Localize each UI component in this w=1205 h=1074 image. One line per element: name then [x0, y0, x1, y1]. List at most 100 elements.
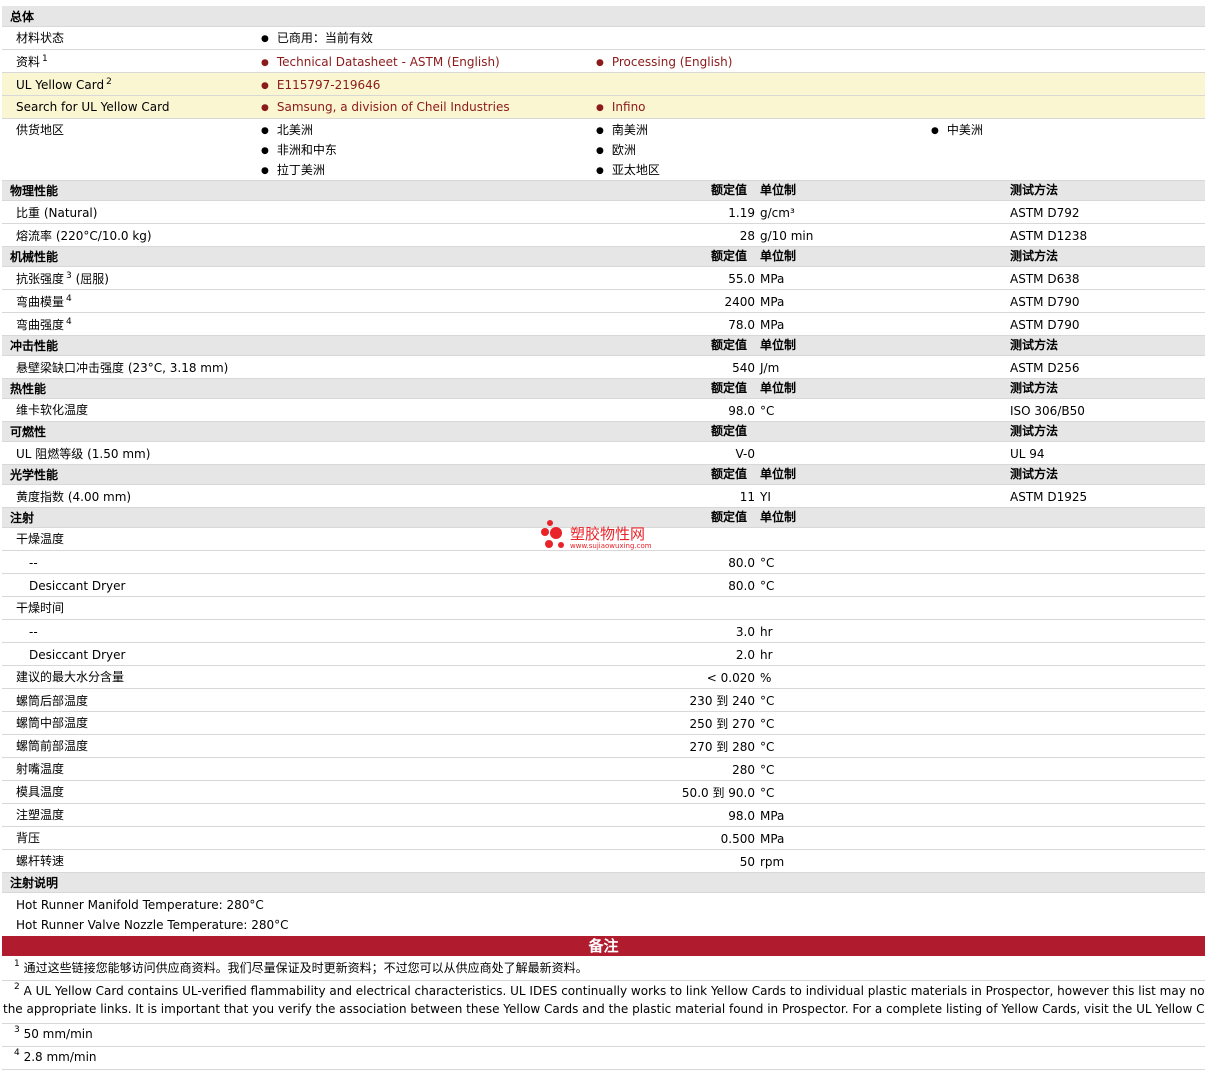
notes-title-bar: 备注: [2, 936, 1205, 956]
table-row: -- 80.0 °C: [2, 551, 1205, 574]
injection-notes-header: 注射说明: [2, 873, 1205, 893]
property-unit: MPa: [760, 272, 785, 286]
unit-header: 单位制: [760, 381, 797, 395]
table-row: Desiccant Dryer 80.0 °C: [2, 574, 1205, 597]
property-value: 3.0: [735, 625, 755, 639]
method-header: 测试方法: [1010, 249, 1059, 263]
property-name: 悬壁梁缺口冲击强度 (23°C, 3.18 mm): [16, 361, 229, 375]
property-value: 50.0 到 90.0: [681, 786, 755, 800]
unit-header: 单位制: [760, 249, 797, 263]
table-row: 模具温度 50.0 到 90.0 °C: [2, 781, 1205, 804]
section-title: 机械性能: [10, 250, 59, 264]
optical-header: 光学性能 额定值 单位制 测试方法: [2, 465, 1205, 485]
notes-title: 备注: [588, 937, 619, 955]
property-value: 280: [732, 763, 755, 777]
rated-header: 额定值: [711, 183, 748, 197]
injection-notes-body: Hot Runner Manifold Temperature: 280°C H…: [2, 893, 1205, 936]
property-unit: °C: [760, 763, 775, 777]
table-row: UL 阻燃等级 (1.50 mm) V-0 UL 94: [2, 442, 1205, 465]
property-value: 80.0: [728, 556, 755, 570]
infino-link[interactable]: Infino: [596, 99, 646, 117]
table-row: 熔流率 (220°C/10.0 kg) 28 g/10 min ASTM D12…: [2, 224, 1205, 247]
property-name: 弯曲强度 4: [16, 317, 72, 332]
property-value: 50: [739, 855, 755, 869]
property-value: 270 到 280: [689, 740, 755, 754]
note-line: Hot Runner Manifold Temperature: 280°C: [16, 898, 264, 912]
table-row: 螺杆转速 50 rpm: [2, 850, 1205, 873]
table-row: -- 3.0 hr: [2, 620, 1205, 643]
property-unit: °C: [760, 786, 775, 800]
section-title: 热性能: [10, 382, 47, 396]
test-method: ASTM D1925: [1010, 490, 1088, 504]
property-name: --: [29, 625, 38, 639]
property-value: 98.0: [728, 809, 755, 823]
section-title: 注射说明: [10, 876, 59, 890]
property-name: 干燥温度: [16, 532, 65, 546]
property-value: 55.0: [728, 272, 755, 286]
property-value: 2400: [724, 295, 755, 309]
rated-header: 额定值: [711, 338, 748, 352]
property-value: 78.0: [728, 318, 755, 332]
region-item: 非洲和中东: [261, 142, 337, 160]
property-value: 80.0: [728, 579, 755, 593]
property-name: Desiccant Dryer: [29, 648, 126, 662]
footnote: 4 2.8 mm/min: [2, 1048, 1205, 1070]
samsung-link[interactable]: Samsung, a division of Cheil Industries: [261, 99, 510, 117]
property-unit: MPa: [760, 318, 785, 332]
property-unit: rpm: [760, 855, 785, 869]
flammability-header: 可燃性 额定值 测试方法: [2, 422, 1205, 442]
unit-header: 单位制: [760, 510, 797, 524]
property-value: 11: [739, 490, 755, 504]
supply-region-row: 供货地区 北美洲 南美洲 中美洲 非洲和中东 欧洲 拉丁美洲 亚太地区: [2, 119, 1205, 181]
processing-link[interactable]: Processing (English): [596, 54, 733, 72]
unit-header: 单位制: [760, 338, 797, 352]
footnote: 3 50 mm/min: [2, 1025, 1205, 1047]
property-unit: °C: [760, 579, 775, 593]
section-title: 物理性能: [10, 184, 59, 198]
property-name: 熔流率 (220°C/10.0 kg): [16, 229, 152, 243]
method-header: 测试方法: [1010, 467, 1059, 481]
property-name: 注塑温度: [16, 808, 65, 822]
table-row: Desiccant Dryer 2.0 hr: [2, 643, 1205, 666]
property-unit: hr: [760, 625, 773, 639]
property-name: --: [29, 556, 38, 570]
table-row: 比重 (Natural) 1.19 g/cm³ ASTM D792: [2, 201, 1205, 224]
logo-dots-icon: [541, 520, 564, 548]
table-row: 背压 0.500 MPa: [2, 827, 1205, 850]
property-unit: °C: [760, 404, 775, 418]
test-method: ASTM D256: [1010, 361, 1080, 375]
method-header: 测试方法: [1010, 424, 1059, 438]
property-name: 背压: [16, 831, 41, 845]
note-line: Hot Runner Valve Nozzle Temperature: 280…: [16, 918, 289, 932]
row-label: UL Yellow Card 2: [16, 77, 112, 92]
region-item: 欧洲: [596, 142, 636, 160]
property-value: 0.500: [720, 832, 755, 846]
property-unit: °C: [760, 694, 775, 708]
material-status-value: 已商用：当前有效: [261, 30, 373, 48]
property-name: 射嘴温度: [16, 762, 65, 776]
property-value: 1.19: [728, 206, 755, 220]
datasheet-link[interactable]: Technical Datasheet - ASTM (English): [261, 54, 500, 72]
table-row: 维卡软化温度 98.0 °C ISO 306/B50: [2, 399, 1205, 422]
property-unit: hr: [760, 648, 773, 662]
property-unit: g/10 min: [760, 229, 814, 243]
watermark-name: 塑胶物性网: [570, 525, 646, 543]
property-name: 弯曲模量 4: [16, 294, 72, 309]
ul-card-link[interactable]: E115797-219646: [261, 77, 381, 95]
property-unit: °C: [760, 556, 775, 570]
rated-header: 额定值: [711, 467, 748, 481]
property-unit: J/m: [760, 361, 780, 375]
test-method: UL 94: [1010, 447, 1045, 461]
property-unit: °C: [760, 717, 775, 731]
rated-header: 额定值: [711, 249, 748, 263]
property-name: 模具温度: [16, 785, 65, 799]
section-title: 光学性能: [10, 468, 59, 482]
test-method: ASTM D790: [1010, 318, 1080, 332]
property-name: UL 阻燃等级 (1.50 mm): [16, 447, 151, 461]
test-method: ASTM D790: [1010, 295, 1080, 309]
property-name: 干燥时间: [16, 601, 65, 615]
region-item: 中美洲: [931, 122, 983, 140]
region-item: 北美洲: [261, 122, 313, 140]
thermal-header: 热性能 额定值 单位制 测试方法: [2, 379, 1205, 399]
physical-header: 物理性能 额定值 单位制 测试方法: [2, 181, 1205, 201]
